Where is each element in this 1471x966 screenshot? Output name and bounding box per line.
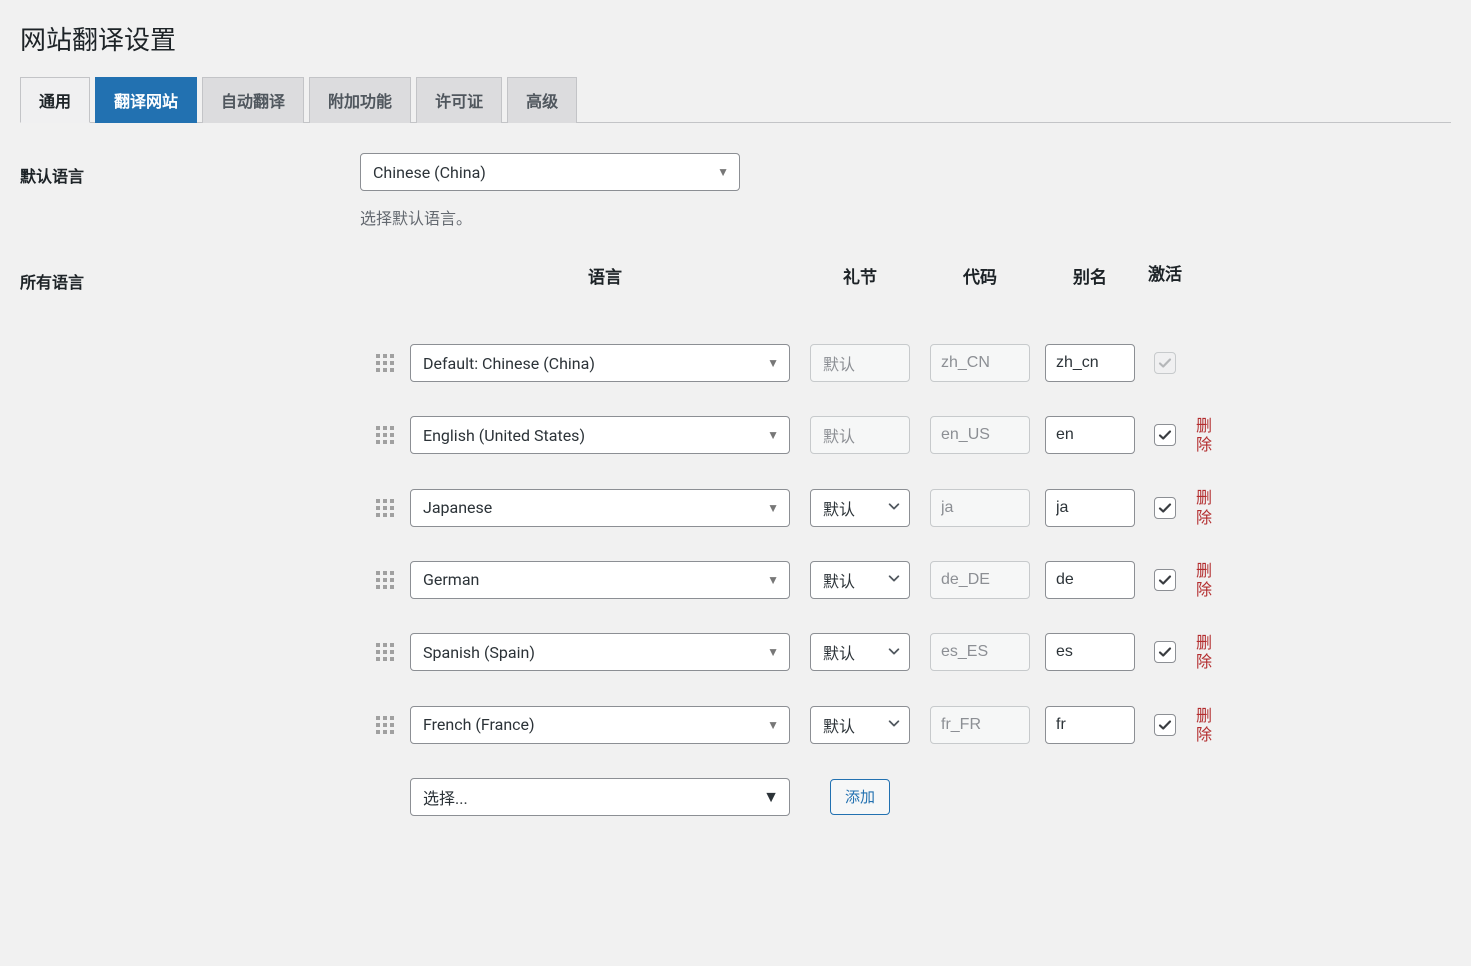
add-language-select[interactable]: 选择... ▼ xyxy=(410,778,790,816)
language-row: English (United States) ▼ 默认 删除 xyxy=(360,416,1451,454)
formality-placeholder: 默认 xyxy=(823,423,855,447)
delete-link[interactable]: 删除 xyxy=(1196,706,1214,744)
formality-value: 默认 xyxy=(823,496,855,520)
language-select[interactable]: Japanese ▼ xyxy=(410,489,790,527)
caret-down-icon: ▼ xyxy=(767,718,779,732)
add-language-button[interactable]: 添加 xyxy=(830,779,890,815)
activate-checkbox xyxy=(1154,352,1176,374)
tab-addons[interactable]: 附加功能 xyxy=(309,77,411,123)
language-row: French (France) ▼ 默认 删除 xyxy=(360,706,1451,744)
formality-value: 默认 xyxy=(823,640,855,664)
chevron-down-icon xyxy=(887,643,901,662)
languages-table: 语言 礼节 代码 别名 激活 Default: Chinese (China) ▼… xyxy=(360,263,1451,816)
drag-handle-icon[interactable] xyxy=(376,354,394,372)
chevron-down-icon xyxy=(887,498,901,517)
header-alias: 别名 xyxy=(1040,263,1140,288)
code-input xyxy=(930,633,1030,671)
language-row: German ▼ 默认 删除 xyxy=(360,561,1451,599)
tab-general[interactable]: 通用 xyxy=(20,77,90,123)
language-select[interactable]: English (United States) ▼ xyxy=(410,416,790,454)
alias-input[interactable] xyxy=(1045,633,1135,671)
add-language-placeholder: 选择... xyxy=(423,785,468,809)
delete-link[interactable]: 删除 xyxy=(1196,488,1214,526)
alias-input[interactable] xyxy=(1045,489,1135,527)
language-row: Default: Chinese (China) ▼ 默认 xyxy=(360,344,1451,382)
drag-handle-icon[interactable] xyxy=(376,571,394,589)
caret-down-icon: ▼ xyxy=(767,428,779,442)
languages-table-header: 语言 礼节 代码 别名 激活 xyxy=(360,263,1451,288)
header-formality: 礼节 xyxy=(800,263,920,288)
activate-checkbox[interactable] xyxy=(1154,497,1176,519)
formality-placeholder: 默认 xyxy=(823,351,855,375)
settings-tabs: 通用 翻译网站 自动翻译 附加功能 许可证 高级 xyxy=(20,77,1451,123)
chevron-down-icon xyxy=(887,570,901,589)
alias-input[interactable] xyxy=(1045,344,1135,382)
caret-down-icon: ▼ xyxy=(767,573,779,587)
delete-link[interactable]: 删除 xyxy=(1196,633,1214,671)
alias-input[interactable] xyxy=(1045,561,1135,599)
tab-license[interactable]: 许可证 xyxy=(416,77,502,123)
formality-value: 默认 xyxy=(823,713,855,737)
language-select-value: Default: Chinese (China) xyxy=(423,354,595,373)
delete-link[interactable]: 删除 xyxy=(1196,416,1214,454)
formality-select[interactable]: 默认 xyxy=(810,561,910,599)
language-row: Spanish (Spain) ▼ 默认 删除 xyxy=(360,633,1451,671)
language-select-value: English (United States) xyxy=(423,426,585,445)
delete-link[interactable]: 删除 xyxy=(1196,561,1214,599)
tab-auto-translate[interactable]: 自动翻译 xyxy=(202,77,304,123)
code-input xyxy=(930,561,1030,599)
alias-input[interactable] xyxy=(1045,706,1135,744)
tab-advanced[interactable]: 高级 xyxy=(507,77,577,123)
activate-checkbox[interactable] xyxy=(1154,641,1176,663)
language-select-value: French (France) xyxy=(423,715,535,734)
default-language-description: 选择默认语言。 xyxy=(360,205,1451,229)
language-select-value: Japanese xyxy=(423,498,492,517)
formality-value: 默认 xyxy=(823,568,855,592)
language-select-value: German xyxy=(423,570,479,589)
header-code: 代码 xyxy=(920,263,1040,288)
header-language: 语言 xyxy=(410,263,800,288)
default-language-select[interactable]: Chinese (China) ▼ xyxy=(360,153,740,191)
language-select[interactable]: German ▼ xyxy=(410,561,790,599)
code-input xyxy=(930,489,1030,527)
code-input xyxy=(930,344,1030,382)
language-select[interactable]: Default: Chinese (China) ▼ xyxy=(410,344,790,382)
alias-input[interactable] xyxy=(1045,416,1135,454)
drag-handle-icon[interactable] xyxy=(376,716,394,734)
caret-down-icon: ▼ xyxy=(767,501,779,515)
caret-down-icon: ▼ xyxy=(767,356,779,370)
page-title: 网站翻译设置 xyxy=(20,20,1451,57)
drag-handle-icon[interactable] xyxy=(376,426,394,444)
drag-handle-icon[interactable] xyxy=(376,643,394,661)
formality-select[interactable]: 默认 xyxy=(810,489,910,527)
code-input xyxy=(930,706,1030,744)
caret-down-icon: ▼ xyxy=(717,165,729,179)
all-languages-label: 所有语言 xyxy=(20,273,84,292)
formality-select-disabled: 默认 xyxy=(810,344,910,382)
code-input xyxy=(930,416,1030,454)
formality-select-disabled: 默认 xyxy=(810,416,910,454)
formality-select[interactable]: 默认 xyxy=(810,633,910,671)
drag-handle-icon[interactable] xyxy=(376,499,394,517)
activate-checkbox[interactable] xyxy=(1154,424,1176,446)
language-select[interactable]: Spanish (Spain) ▼ xyxy=(410,633,790,671)
language-select[interactable]: French (France) ▼ xyxy=(410,706,790,744)
header-activate: 激活 xyxy=(1140,264,1190,286)
activate-checkbox[interactable] xyxy=(1154,569,1176,591)
activate-checkbox[interactable] xyxy=(1154,714,1176,736)
add-language-row: 选择... ▼ 添加 xyxy=(360,778,1451,816)
default-language-value: Chinese (China) xyxy=(373,163,486,182)
language-select-value: Spanish (Spain) xyxy=(423,643,535,662)
language-row: Japanese ▼ 默认 删除 xyxy=(360,488,1451,526)
tab-translate-site[interactable]: 翻译网站 xyxy=(95,77,197,123)
caret-down-icon: ▼ xyxy=(767,645,779,659)
formality-select[interactable]: 默认 xyxy=(810,706,910,744)
default-language-label: 默认语言 xyxy=(20,167,84,186)
caret-down-icon: ▼ xyxy=(763,787,779,807)
chevron-down-icon xyxy=(887,715,901,734)
